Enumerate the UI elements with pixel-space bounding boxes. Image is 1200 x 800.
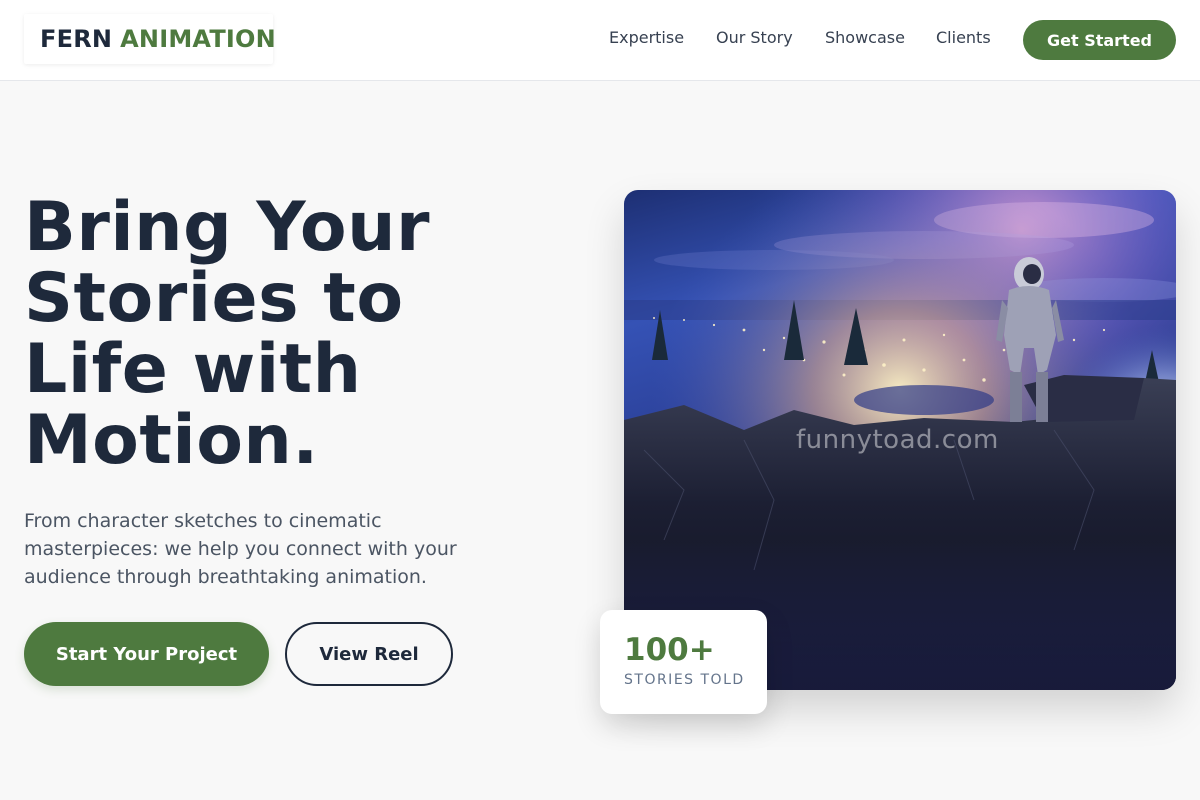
nav-link-expertise[interactable]: Expertise	[609, 28, 684, 47]
stat-number: 100+	[624, 632, 715, 668]
nav-link-our-story[interactable]: Our Story	[716, 28, 793, 47]
stat-label: STORIES TOLD	[624, 672, 745, 688]
image-watermark: funnytoad.com	[796, 425, 999, 455]
nav-link-showcase[interactable]: Showcase	[825, 28, 905, 47]
logo-primary-text: FERN	[40, 25, 113, 53]
view-reel-button[interactable]: View Reel	[285, 622, 453, 686]
hero-title: Bring Your Stories to Life with Motion.	[24, 188, 431, 480]
start-project-button[interactable]: Start Your Project	[24, 622, 269, 686]
stat-card: 100+ STORIES TOLD	[600, 610, 767, 714]
logo-accent-text: ANIMATION	[120, 25, 276, 53]
hero-subtitle: From character sketches to cinematic mas…	[24, 510, 457, 588]
nav-link-clients[interactable]: Clients	[936, 28, 991, 47]
logo[interactable]: FERN ANIMATION	[24, 14, 276, 64]
site-header: FERN ANIMATION Expertise Our Story Showc…	[0, 0, 1200, 81]
get-started-button[interactable]: Get Started	[1023, 20, 1176, 60]
